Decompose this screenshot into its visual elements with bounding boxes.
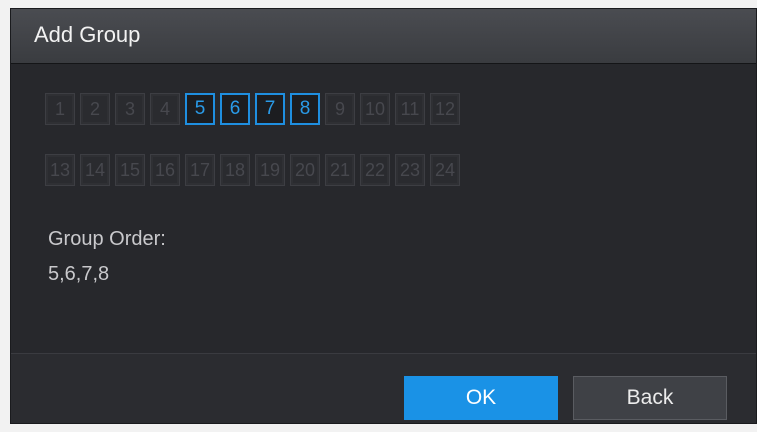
channel-button-4[interactable]: 4 bbox=[150, 93, 180, 125]
channel-button-15[interactable]: 15 bbox=[115, 154, 145, 186]
channel-button-21[interactable]: 21 bbox=[325, 154, 355, 186]
channel-button-6[interactable]: 6 bbox=[220, 93, 250, 125]
channel-button-9[interactable]: 9 bbox=[325, 93, 355, 125]
channel-button-16[interactable]: 16 bbox=[150, 154, 180, 186]
back-button[interactable]: Back bbox=[573, 376, 727, 420]
channel-button-5[interactable]: 5 bbox=[185, 93, 215, 125]
channel-button-22[interactable]: 22 bbox=[360, 154, 390, 186]
group-order-label: Group Order: bbox=[48, 228, 166, 250]
dialog-footer: OK Back bbox=[11, 353, 756, 423]
dialog-title: Add Group bbox=[34, 22, 141, 47]
channel-button-8[interactable]: 8 bbox=[290, 93, 320, 125]
group-order-value: 5,6,7,8 bbox=[48, 263, 110, 285]
channel-button-7[interactable]: 7 bbox=[255, 93, 285, 125]
channel-button-3[interactable]: 3 bbox=[115, 93, 145, 125]
channel-button-10[interactable]: 10 bbox=[360, 93, 390, 125]
channel-button-24[interactable]: 24 bbox=[430, 154, 460, 186]
channel-button-14[interactable]: 14 bbox=[80, 154, 110, 186]
dialog-titlebar[interactable]: Add Group bbox=[11, 9, 756, 64]
channel-button-13[interactable]: 13 bbox=[45, 154, 75, 186]
channel-button-11[interactable]: 11 bbox=[395, 93, 425, 125]
channel-button-20[interactable]: 20 bbox=[290, 154, 320, 186]
channel-button-2[interactable]: 2 bbox=[80, 93, 110, 125]
channel-button-19[interactable]: 19 bbox=[255, 154, 285, 186]
channel-button-18[interactable]: 18 bbox=[220, 154, 250, 186]
channel-button-17[interactable]: 17 bbox=[185, 154, 215, 186]
channel-button-1[interactable]: 1 bbox=[45, 93, 75, 125]
channel-button-23[interactable]: 23 bbox=[395, 154, 425, 186]
channel-grid: 1 2 3 4 5 6 7 8 9 10 11 12 13 14 15 16 17 18 19 20 21 22 23 24 bbox=[45, 93, 460, 186]
ok-button[interactable]: OK bbox=[404, 376, 558, 420]
add-group-dialog: Add Group 1 2 3 4 5 6 7 8 9 10 11 12 13 14 15 16 17 18 19 2… bbox=[10, 8, 757, 424]
channel-button-12[interactable]: 12 bbox=[430, 93, 460, 125]
